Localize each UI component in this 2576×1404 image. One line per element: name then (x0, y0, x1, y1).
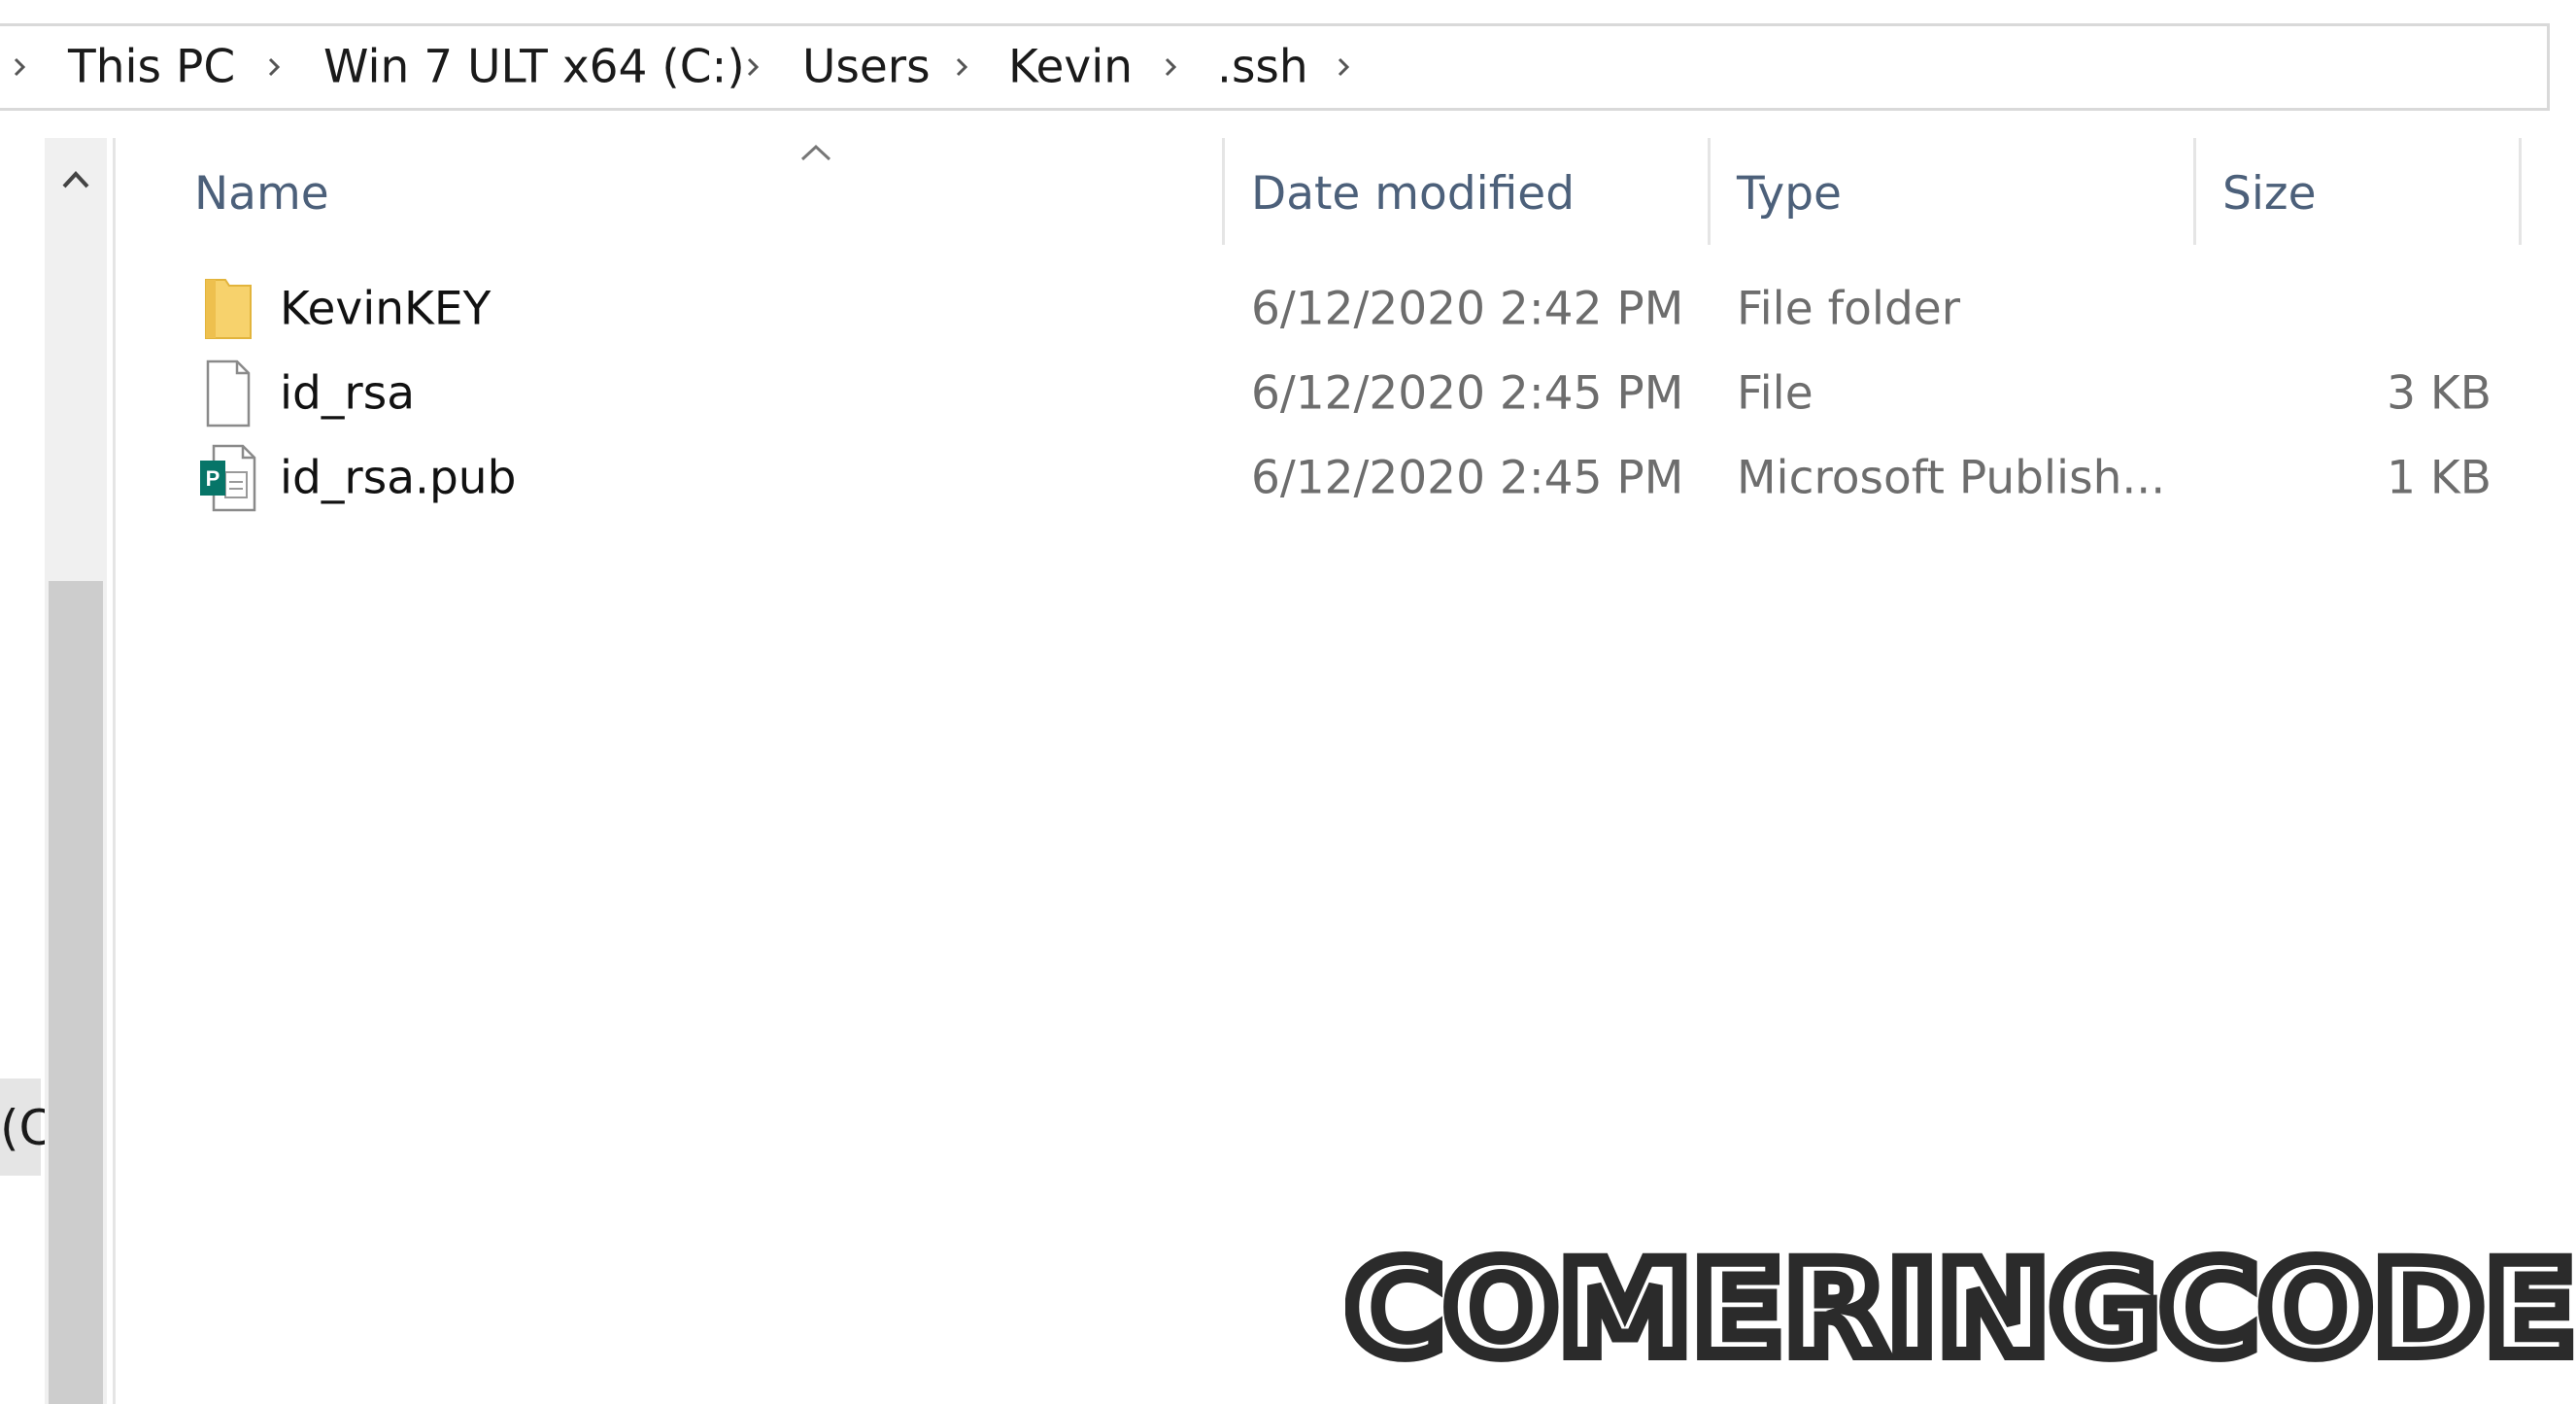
column-header-size[interactable]: Size (2222, 167, 2316, 221)
breadcrumb-drive-c[interactable]: Win 7 ULT x64 (C:) (323, 41, 745, 94)
file-date-modified: 6/12/2020 2:45 PM (1251, 451, 1684, 505)
blank-file-icon (206, 360, 251, 428)
column-divider[interactable] (1708, 138, 1711, 245)
file-name[interactable]: KevinKEY (280, 283, 491, 336)
file-row-id-rsa-pub[interactable]: P id_rsa.pub 6/12/2020 2:45 PM Microsoft… (185, 436, 2516, 520)
column-divider[interactable] (2519, 138, 2522, 245)
file-type: File (1737, 366, 1813, 421)
file-name[interactable]: id_rsa (280, 367, 415, 421)
file-row-kevinkey[interactable]: KevinKEY 6/12/2020 2:42 PM File folder (185, 267, 2516, 351)
file-explorer-window: This PC Win 7 ULT x64 (C:) Users Kevin .… (0, 0, 2576, 1404)
file-type: File folder (1737, 282, 1961, 336)
file-date-modified: 6/12/2020 2:42 PM (1251, 282, 1684, 336)
column-header-date-modified[interactable]: Date modified (1251, 167, 1575, 221)
address-bar[interactable]: This PC Win 7 ULT x64 (C:) Users Kevin .… (0, 23, 2550, 111)
publisher-file-icon: P (200, 444, 256, 512)
breadcrumb-users[interactable]: Users (802, 41, 931, 94)
file-date-modified: 6/12/2020 2:45 PM (1251, 366, 1684, 421)
column-header-type[interactable]: Type (1737, 167, 1842, 221)
column-header-name[interactable]: Name (194, 167, 329, 221)
sort-ascending-icon (800, 144, 831, 161)
file-name[interactable]: id_rsa.pub (280, 452, 516, 505)
file-size: 1 KB (2387, 451, 2491, 505)
nav-pane-scrollbar[interactable] (45, 138, 107, 1404)
breadcrumb-this-pc[interactable]: This PC (68, 41, 235, 94)
chevron-right-icon[interactable] (10, 52, 31, 82)
breadcrumb-kevin[interactable]: Kevin (1008, 41, 1133, 94)
chevron-right-icon[interactable] (264, 52, 286, 82)
scroll-thumb[interactable] (49, 581, 103, 1404)
file-size: 3 KB (2387, 366, 2491, 421)
column-divider[interactable] (2193, 138, 2196, 245)
chevron-right-icon[interactable] (1334, 52, 1355, 82)
chevron-right-icon[interactable] (952, 52, 973, 82)
watermark-text: COMERINGCODE (1345, 1235, 2576, 1385)
file-type: Microsoft Publish... (1737, 451, 2166, 505)
chevron-right-icon[interactable] (1161, 52, 1182, 82)
column-header-row: Name Date modified Type Size (117, 138, 2525, 247)
folder-icon (205, 279, 252, 339)
scroll-up-icon[interactable] (45, 138, 107, 220)
file-row-id-rsa[interactable]: id_rsa 6/12/2020 2:45 PM File 3 KB (185, 352, 2516, 435)
column-divider[interactable] (1222, 138, 1225, 245)
watermark-logo: COMERINGCODE (1345, 1229, 2576, 1385)
breadcrumb-ssh[interactable]: .ssh (1217, 41, 1308, 94)
svg-text:P: P (206, 466, 220, 491)
chevron-right-icon[interactable] (743, 52, 764, 82)
pane-divider[interactable] (113, 138, 116, 1404)
